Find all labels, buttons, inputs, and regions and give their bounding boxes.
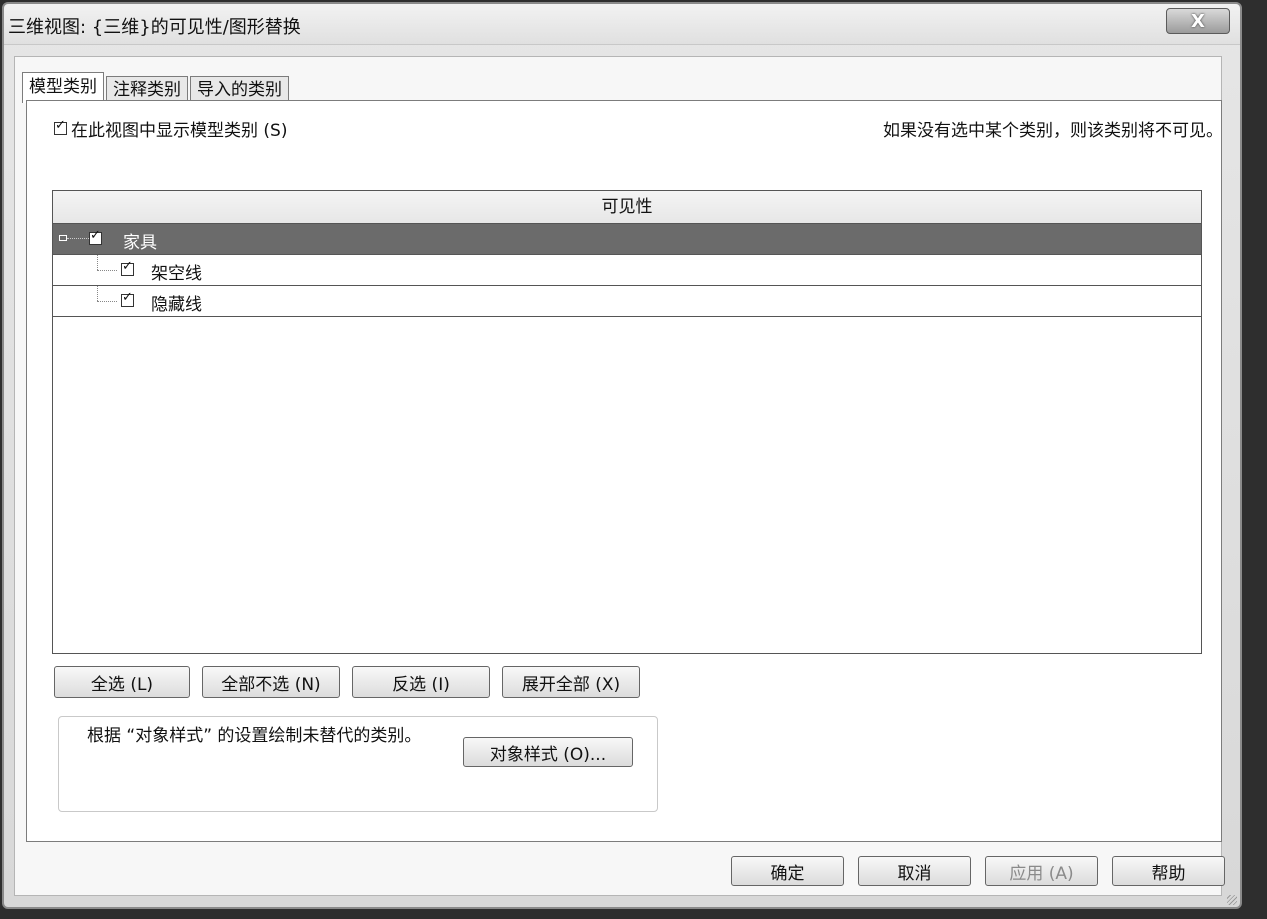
tree-connector	[97, 255, 98, 270]
visibility-grid: 可见性 家具 架空线 隐藏线	[52, 190, 1202, 654]
tree-connector	[97, 301, 117, 302]
resize-grip-icon[interactable]	[1227, 895, 1237, 905]
tab-strip: 模型类别 注释类别 导入的类别	[22, 72, 291, 103]
title-bar[interactable]: 三维视图: {三维}的可见性/图形替换 X	[4, 4, 1240, 45]
select-none-button[interactable]: 全部不选 (N)	[202, 666, 340, 698]
tab-annotation-categories[interactable]: 注释类别	[106, 76, 188, 102]
show-model-categories-checkbox[interactable]	[54, 118, 67, 135]
object-styles-group: 根据 “对象样式” 的设置绘制未替代的类别。 对象样式 (O)...	[58, 716, 658, 812]
object-styles-button[interactable]: 对象样式 (O)...	[463, 737, 633, 767]
apply-button[interactable]: 应用 (A)	[985, 856, 1098, 886]
close-button[interactable]: X	[1166, 8, 1230, 34]
column-header-visibility[interactable]: 可见性	[53, 191, 1201, 224]
tab-model-categories[interactable]: 模型类别	[22, 72, 104, 103]
expand-all-button[interactable]: 展开全部 (X)	[502, 666, 640, 698]
tree-connector	[97, 270, 117, 271]
invert-selection-button[interactable]: 反选 (I)	[352, 666, 490, 698]
show-model-categories-row[interactable]: 在此视图中显示模型类别 (S)	[54, 116, 287, 141]
close-icon: X	[1191, 10, 1205, 32]
window-title: 三维视图: {三维}的可见性/图形替换	[8, 17, 301, 38]
object-styles-description: 根据 “对象样式” 的设置绘制未替代的类别。	[87, 726, 422, 746]
help-button[interactable]: 帮助	[1112, 856, 1225, 886]
row-label: 架空线	[151, 264, 202, 284]
row-checkbox[interactable]	[89, 228, 102, 245]
tree-connector	[67, 238, 89, 239]
tree-connector	[97, 286, 98, 301]
dialog-footer: 确定 取消 应用 (A) 帮助	[731, 856, 1225, 886]
tree-row-hidden-lines[interactable]: 隐藏线	[53, 286, 1201, 317]
tree-row-overhead-lines[interactable]: 架空线	[53, 255, 1201, 286]
info-text: 如果没有选中某个类别，则该类别将不可见。	[883, 121, 1223, 141]
row-label: 家具	[123, 233, 157, 253]
row-checkbox[interactable]	[121, 259, 134, 276]
tab-imported-categories[interactable]: 导入的类别	[190, 76, 289, 102]
row-checkbox[interactable]	[121, 290, 134, 307]
show-model-categories-label: 在此视图中显示模型类别 (S)	[71, 121, 288, 141]
tree-row-furniture[interactable]: 家具	[53, 224, 1201, 255]
row-label: 隐藏线	[151, 295, 202, 315]
cancel-button[interactable]: 取消	[858, 856, 971, 886]
select-all-button[interactable]: 全选 (L)	[54, 666, 190, 698]
selection-buttons: 全选 (L) 全部不选 (N) 反选 (I) 展开全部 (X)	[54, 666, 640, 698]
ok-button[interactable]: 确定	[731, 856, 844, 886]
collapse-icon[interactable]	[59, 235, 67, 241]
